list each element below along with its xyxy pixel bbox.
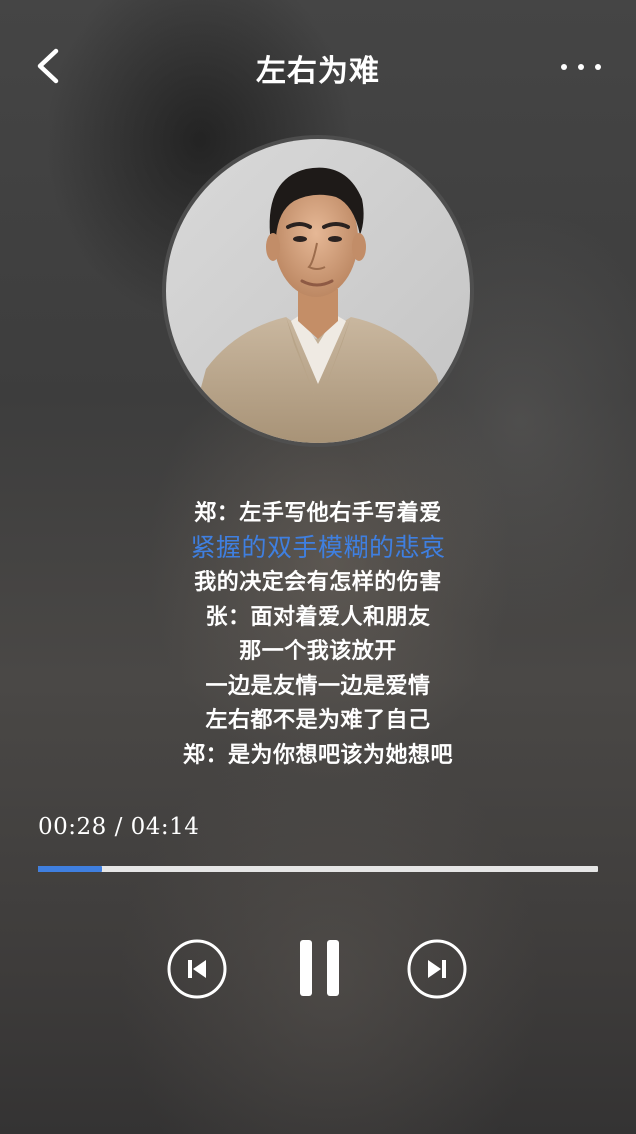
pause-icon — [300, 940, 339, 996]
lyric-line: 那一个我该放开 — [239, 638, 397, 664]
next-button[interactable] — [407, 939, 467, 999]
skip-previous-icon — [167, 939, 227, 999]
song-title: 左右为难 — [256, 54, 380, 89]
pause-button[interactable] — [296, 936, 344, 1000]
lyric-line: 一边是友情一边是爱情 — [205, 672, 431, 699]
progress-bar[interactable] — [38, 866, 598, 872]
lyric-line: 我的决定会有怎样的伤害 — [194, 569, 442, 595]
time-display: 00:28 / 04:14 — [38, 814, 200, 840]
artist-photo — [166, 139, 470, 443]
lyric-line-current: 紧握的双手模糊的悲哀 — [190, 532, 446, 562]
more-button[interactable] — [556, 50, 606, 84]
lyric-line: 郑：是为你想吧该为她想吧 — [182, 741, 453, 768]
lyric-line: 郑：左手写他右手写着爱 — [194, 500, 442, 526]
progress-fill — [38, 866, 103, 872]
chevron-left-icon — [37, 48, 59, 84]
album-cover — [166, 139, 470, 443]
lyric-line: 张：面对着爱人和朋友 — [205, 603, 431, 630]
playback-controls — [0, 930, 636, 1010]
lyric-line: 左右都不是为难了自己 — [205, 707, 431, 733]
header: 左右为难 — [0, 0, 636, 134]
more-dots-icon — [561, 64, 601, 70]
previous-button[interactable] — [167, 939, 227, 999]
back-button[interactable] — [30, 44, 70, 88]
skip-next-icon — [407, 939, 467, 999]
lyrics-panel: 郑：左手写他右手写着爱 紧握的双手模糊的悲哀 我的决定会有怎样的伤害 张：面对着… — [0, 496, 636, 772]
